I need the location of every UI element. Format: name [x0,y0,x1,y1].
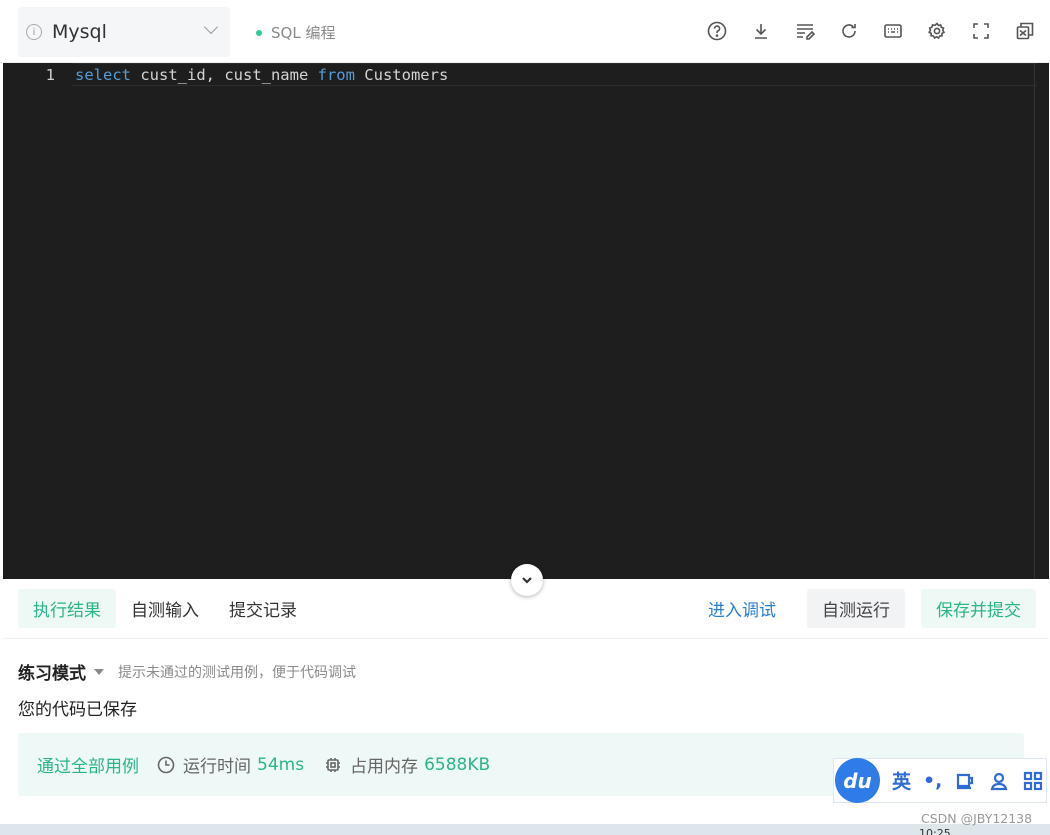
ime-toolbar: du 英 •, [833,758,1047,803]
tab-self-test-input[interactable]: 自测输入 [116,589,214,628]
result-tabs: 执行结果 自测输入 提交记录 [18,589,312,628]
code-editor[interactable]: 1 select cust_id, cust_name from Custome… [3,63,1049,579]
refresh-icon[interactable] [838,18,860,44]
debug-button[interactable]: 进入调试 [693,589,791,628]
info-icon: i [26,24,42,40]
ime-grid-icon[interactable] [1022,770,1044,792]
mode-label: SQL 编程 [271,24,336,42]
ime-skin-icon[interactable] [954,770,976,792]
caret-down-icon[interactable] [94,668,104,675]
language-value: Mysql [52,21,107,43]
mode-tag: SQL 编程 [256,22,335,43]
chevron-down-icon [522,577,532,584]
format-icon[interactable] [794,18,816,44]
chevron-down-icon [203,19,219,35]
line-number: 1 [45,66,55,84]
chip-icon [324,756,342,774]
code-text[interactable]: select cust_id, cust_name from Customers [75,65,448,85]
taskbar-strip [0,824,1050,835]
editor-scrollbar[interactable] [1034,63,1035,579]
run-button[interactable]: 自测运行 [807,589,905,628]
saved-message: 您的代码已保存 [18,700,137,720]
result-status: 通过全部用例 [37,757,139,777]
runtime-value: 54ms [257,754,305,775]
save-submit-button[interactable]: 保存并提交 [921,589,1036,628]
keyboard-icon[interactable] [882,18,904,44]
memory-label: 占用内存 [350,757,419,777]
language-select[interactable]: i Mysql [18,7,230,57]
editor-toolbar: i Mysql SQL 编程 [0,0,1050,63]
copy-icon[interactable] [1014,18,1036,44]
practice-mode: 练习模式 提示未通过的测试用例，便于代码调试 [18,659,356,684]
tab-exec-result[interactable]: 执行结果 [18,589,116,628]
fullscreen-icon[interactable] [970,18,992,44]
keyword-select: select [75,66,131,84]
status-dot [256,29,262,36]
watermark: CSDN @JBY12138 [921,811,1033,826]
settings-icon[interactable] [926,18,948,44]
code-line: 1 select cust_id, cust_name from Custome… [3,65,449,85]
taskbar-clock: 10:25 [919,827,951,835]
ime-logo-icon[interactable]: du [835,758,880,803]
ime-user-icon[interactable] [988,770,1010,792]
collapse-panel-button[interactable] [511,564,543,596]
ime-punct-toggle[interactable]: •, [923,770,942,792]
download-icon[interactable] [750,18,772,44]
keyword-from: from [317,66,355,84]
code-table: Customers [354,66,449,84]
memory-value: 6588KB [424,754,491,775]
page: i Mysql SQL 编程 1 select cust_id, cust_na… [0,0,1050,835]
divider [3,638,1049,639]
practice-hint: 提示未通过的测试用例，便于代码调试 [118,664,356,681]
ime-language-toggle[interactable]: 英 [892,767,911,794]
help-icon[interactable] [706,18,728,44]
runtime-label: 运行时间 [183,757,251,777]
code-columns: cust_id, cust_name [131,66,318,84]
toolbar-tools [706,18,1036,44]
clock-icon [157,756,175,774]
action-buttons: 进入调试 自测运行 保存并提交 [693,589,1036,628]
tab-submit-history[interactable]: 提交记录 [214,589,312,628]
practice-mode-select[interactable]: 练习模式 [18,659,86,684]
